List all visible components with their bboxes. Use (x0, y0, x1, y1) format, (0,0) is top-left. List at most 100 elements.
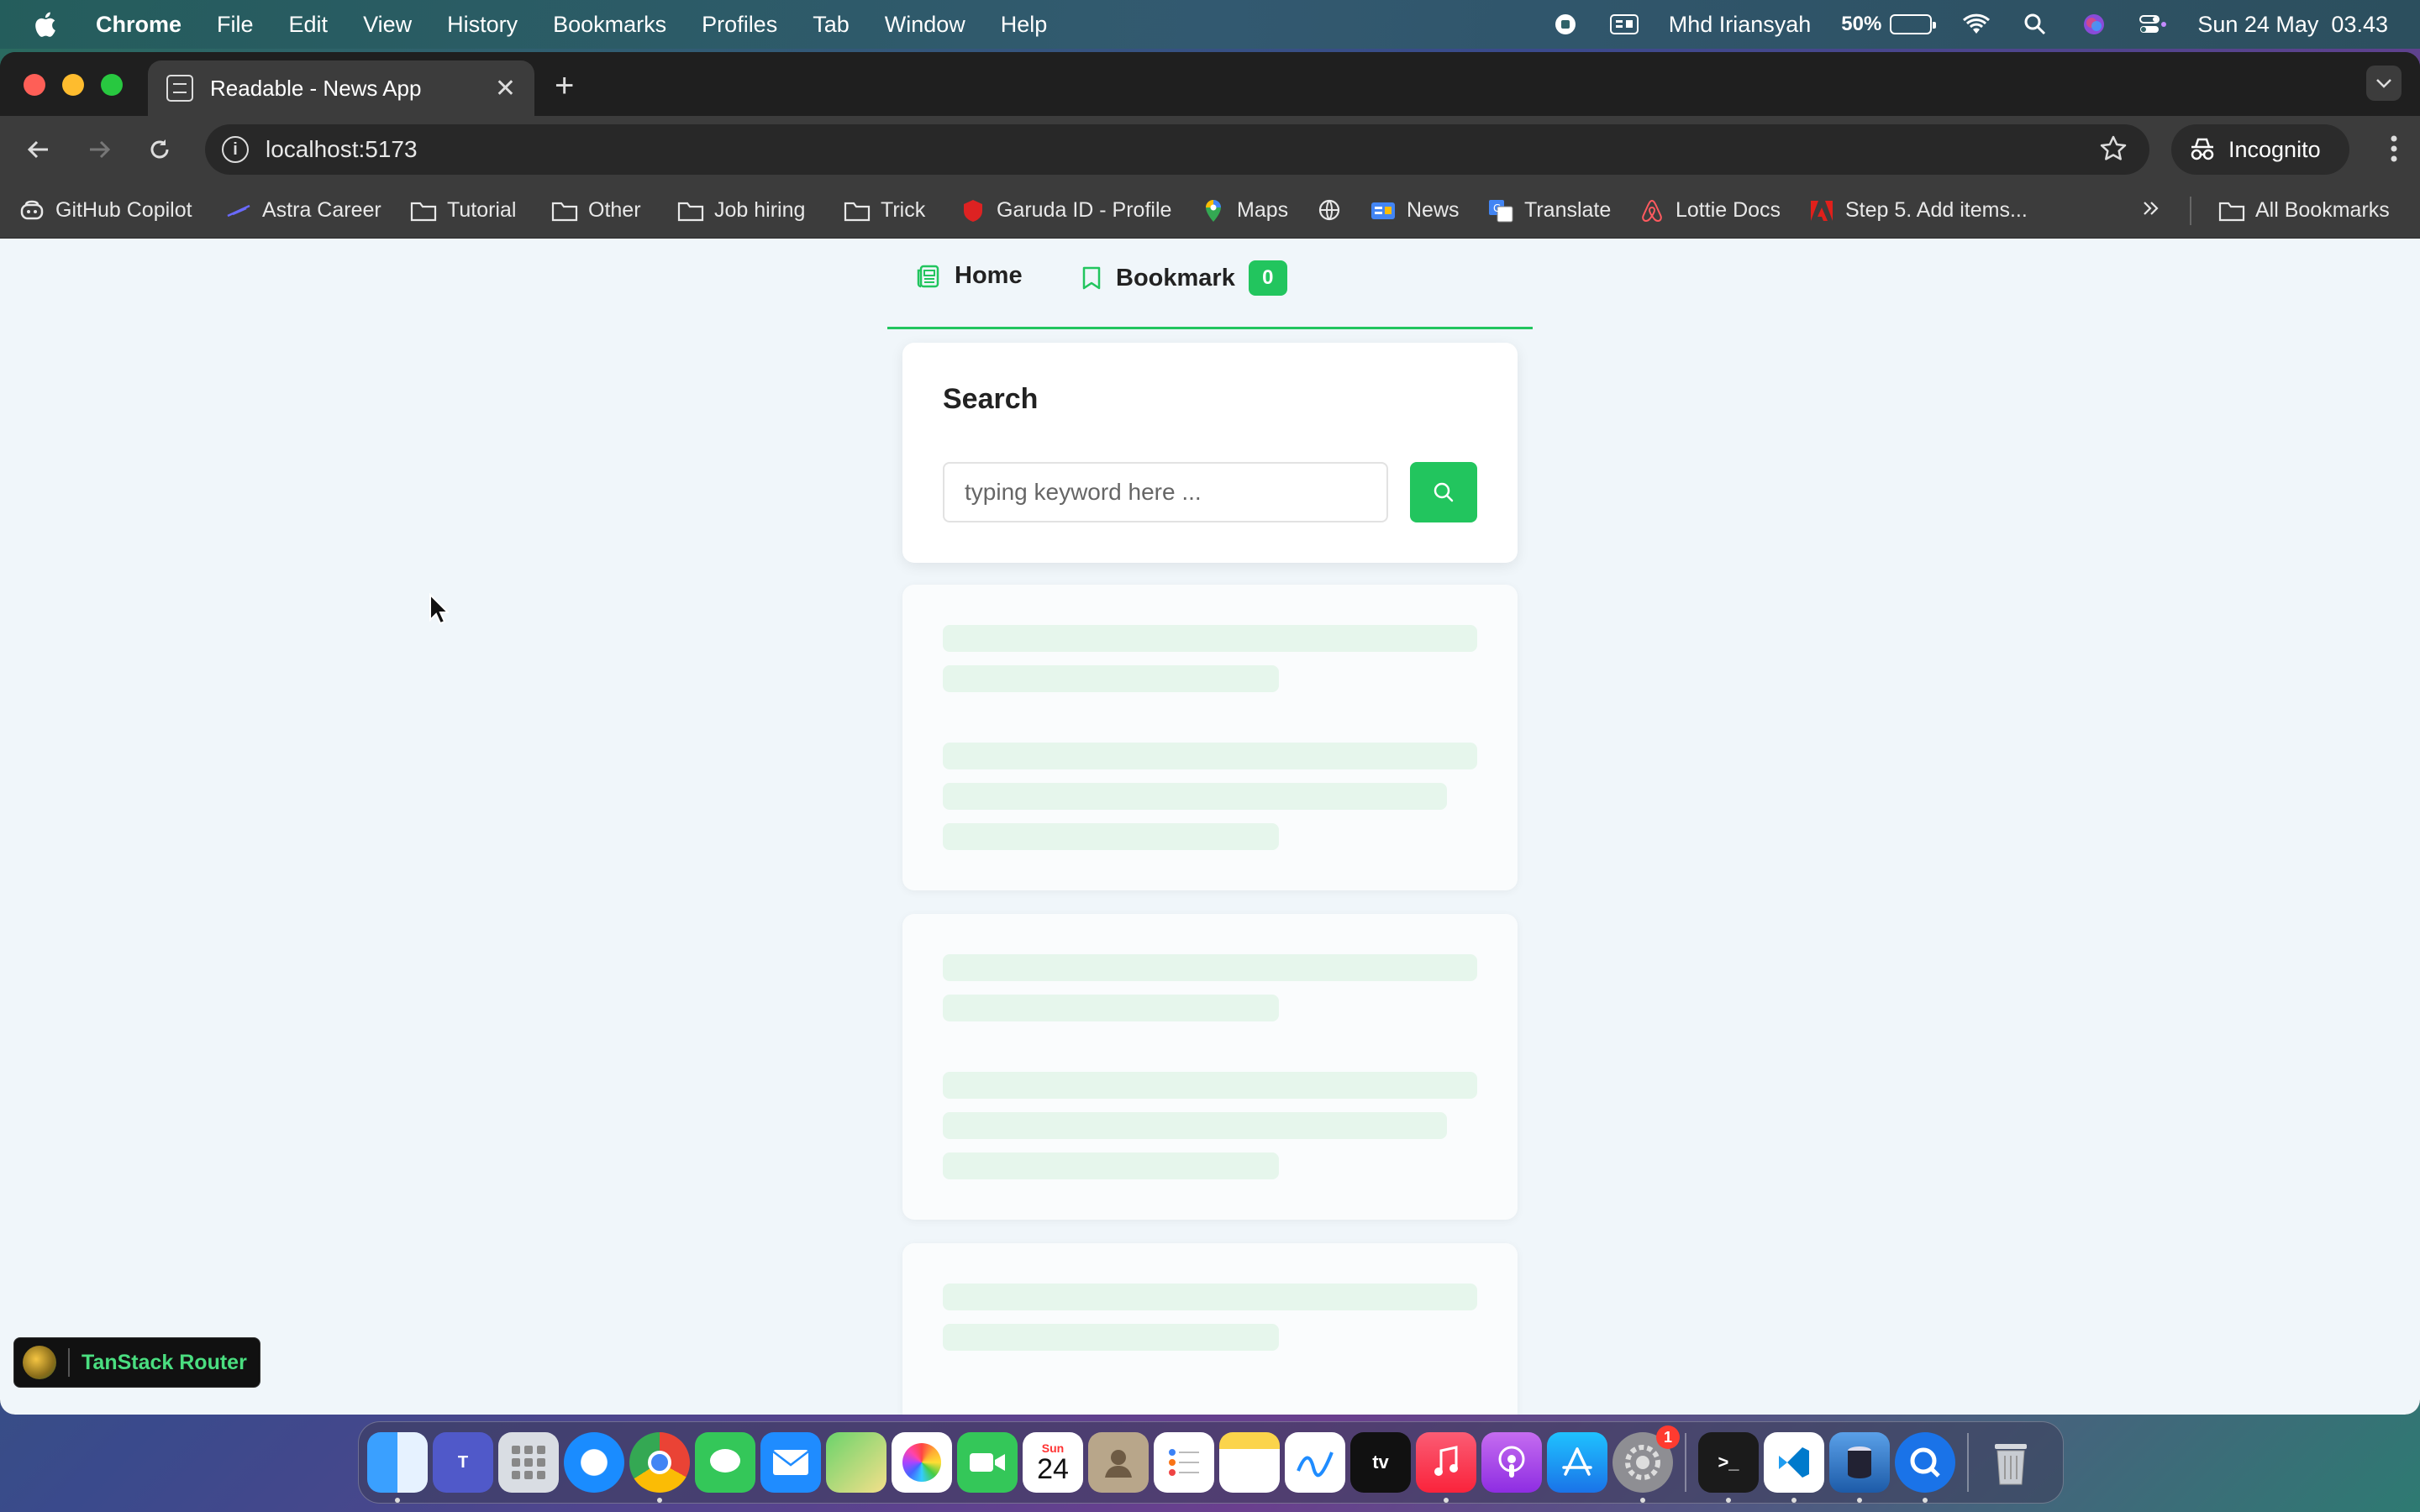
podcasts-icon[interactable] (1481, 1432, 1542, 1493)
wifi-icon[interactable] (1962, 12, 1991, 37)
system-settings-icon[interactable]: 1 (1612, 1425, 1680, 1503)
tab-search-chevron-icon[interactable] (2366, 66, 2402, 101)
launchpad-icon[interactable] (498, 1432, 559, 1493)
newspaper-icon (917, 265, 939, 287)
settings-notification-badge: 1 (1656, 1425, 1680, 1449)
apple-icon[interactable] (32, 10, 57, 39)
more-menu-icon[interactable] (2390, 134, 2398, 167)
menu-bar: Chrome File Edit View History Bookmarks … (0, 0, 2420, 49)
battery-status[interactable]: 50% (1841, 13, 1937, 36)
minimize-window-button[interactable] (62, 74, 84, 96)
keyboard-input-icon[interactable] (1609, 12, 1639, 37)
nav-bookmark-link[interactable]: Bookmark 0 (1081, 260, 1287, 296)
bookmark-lottie-docs[interactable]: Lottie Docs (1639, 198, 1781, 223)
bookmark-folder-job-hiring[interactable]: Job hiring (677, 198, 805, 223)
bookmark-news[interactable]: News (1370, 198, 1460, 223)
spotlight-search-icon[interactable] (2021, 12, 2049, 37)
bookmark-folder-tutorial[interactable]: Tutorial (410, 198, 516, 223)
menu-history[interactable]: History (447, 12, 518, 38)
menu-profiles[interactable]: Profiles (702, 12, 777, 38)
new-tab-icon[interactable]: + (555, 67, 574, 105)
menu-window[interactable]: Window (885, 12, 965, 38)
back-arrow-icon[interactable] (22, 133, 55, 166)
incognito-profile-button[interactable]: Incognito (2171, 124, 2349, 175)
facetime-icon[interactable] (957, 1432, 1018, 1493)
adobe-icon (1808, 199, 1835, 223)
bookmark-star-icon[interactable] (2099, 134, 2128, 169)
notes-icon[interactable] (1219, 1432, 1280, 1493)
web-page: Home Bookmark 0 Search typing keyword he… (0, 239, 2420, 1415)
bookmark-count-badge: 0 (1248, 260, 1287, 296)
bookmark-step-5[interactable]: Step 5. Add items... (1808, 198, 2028, 223)
incognito-label: Incognito (2228, 136, 2321, 162)
chrome-icon[interactable] (629, 1432, 690, 1503)
clock[interactable]: Sun 24 May 03.43 (2197, 12, 2388, 38)
translate-icon: G (1487, 199, 1514, 223)
screen-record-icon[interactable] (1551, 12, 1580, 37)
tab-readable[interactable]: Readable - News App ✕ (148, 60, 534, 116)
search-input[interactable] (943, 462, 1388, 522)
news-skeleton-card (902, 914, 1518, 1220)
freeform-icon[interactable] (1285, 1432, 1345, 1493)
menu-file[interactable]: File (217, 12, 254, 38)
maps-app-icon[interactable] (826, 1432, 886, 1493)
tanstack-router-devtools-button[interactable]: TanStack Router (13, 1337, 260, 1388)
all-bookmarks-folder[interactable]: All Bookmarks (2218, 198, 2390, 223)
reminders-icon[interactable] (1154, 1432, 1214, 1493)
close-window-button[interactable] (24, 74, 45, 96)
dock-divider (1685, 1433, 1686, 1492)
forward-arrow-icon[interactable] (82, 133, 116, 166)
bookmark-github-copilot[interactable]: GitHub Copilot (18, 198, 192, 223)
close-tab-icon[interactable]: ✕ (495, 74, 516, 103)
bookmark-folder-trick[interactable]: Trick (844, 198, 925, 223)
sequel-ace-icon[interactable] (1829, 1432, 1890, 1503)
safari-icon[interactable] (564, 1432, 624, 1493)
bookmark-label: GitHub Copilot (55, 198, 192, 222)
bookmarks-overflow-chevron-icon[interactable] (2141, 198, 2161, 218)
url-text[interactable]: localhost:5173 (266, 136, 418, 163)
bookmark-label: Astra Career (262, 198, 381, 222)
skeleton-line (943, 823, 1279, 850)
address-bar[interactable]: i localhost:5173 (205, 124, 2149, 175)
airbnb-icon (1639, 199, 1665, 223)
siri-icon[interactable] (2080, 12, 2108, 37)
bookmark-globe[interactable] (1316, 198, 1353, 222)
menu-bookmarks[interactable]: Bookmarks (553, 12, 666, 38)
skeleton-line (943, 1284, 1477, 1310)
calendar-icon[interactable]: Sun 24 (1023, 1432, 1083, 1493)
menu-help[interactable]: Help (1001, 12, 1048, 38)
trash-icon[interactable] (1981, 1432, 2041, 1493)
vscode-icon[interactable] (1764, 1432, 1824, 1503)
teams-icon[interactable]: T (433, 1432, 493, 1493)
app-store-icon[interactable] (1547, 1432, 1607, 1493)
bookmark-astra-career[interactable]: Astra Career (225, 198, 381, 223)
menu-app-name[interactable]: Chrome (96, 12, 182, 38)
browser-window: Readable - News App ✕ + i localhost:5173… (0, 52, 2420, 1415)
photos-icon[interactable] (892, 1432, 952, 1493)
messages-icon[interactable] (695, 1432, 755, 1493)
bookmark-label: Job hiring (714, 198, 806, 222)
reload-icon[interactable] (143, 133, 176, 166)
finder-icon[interactable] (367, 1432, 428, 1503)
menu-tab[interactable]: Tab (813, 12, 850, 38)
terminal-icon[interactable]: >_ (1698, 1432, 1759, 1503)
bookmark-maps[interactable]: Maps (1200, 198, 1288, 223)
nav-home-link[interactable]: Home (916, 262, 1023, 290)
menu-view[interactable]: View (363, 12, 412, 38)
music-icon[interactable] (1416, 1432, 1476, 1503)
site-info-icon[interactable]: i (222, 136, 249, 163)
garuda-icon (960, 199, 986, 223)
menu-edit[interactable]: Edit (289, 12, 329, 38)
maximize-window-button[interactable] (101, 74, 123, 96)
search-card: Search (902, 343, 1518, 563)
quicktime-icon[interactable] (1895, 1432, 1955, 1503)
bookmark-folder-other[interactable]: Other (551, 198, 641, 223)
bookmark-garuda-id[interactable]: Garuda ID - Profile (960, 198, 1171, 223)
control-center-icon[interactable] (2139, 12, 2167, 37)
apple-tv-icon[interactable]: tv (1350, 1432, 1411, 1493)
user-name[interactable]: Mhd Iriansyah (1669, 12, 1812, 38)
mail-icon[interactable] (760, 1432, 821, 1493)
contacts-icon[interactable] (1088, 1432, 1149, 1493)
search-button[interactable] (1410, 462, 1477, 522)
bookmark-translate[interactable]: G Translate (1487, 198, 1611, 223)
